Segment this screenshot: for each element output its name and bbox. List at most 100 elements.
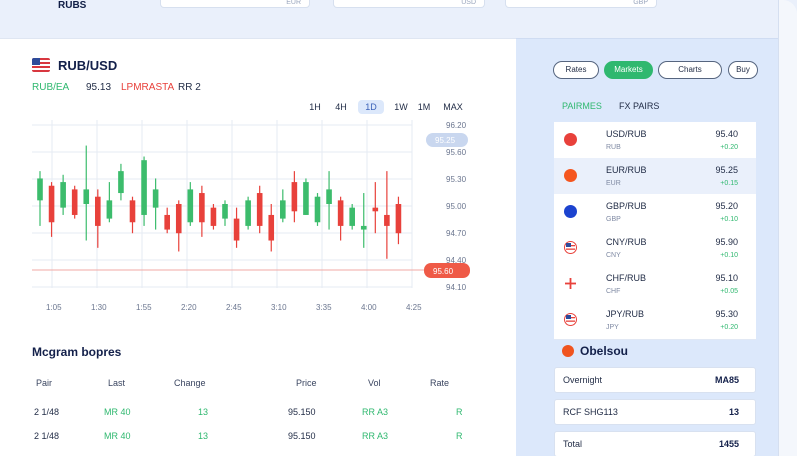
order-row-2-price: 95.150	[288, 431, 316, 441]
quote-bid: RUB/EA	[32, 82, 70, 93]
candle-body[interactable]	[152, 189, 159, 208]
currency-icon	[564, 277, 577, 290]
top-pill-1[interactable]: EUR	[160, 0, 310, 8]
timeframe-4h[interactable]: 4H	[330, 100, 352, 114]
watchlist-item[interactable]: JPY/RUB JPY 95.30 +0.20	[554, 302, 756, 340]
candle-body[interactable]	[384, 214, 390, 226]
summary-value: 13	[728, 407, 739, 417]
watchlist-change: +0.20	[720, 144, 738, 151]
candle-body[interactable]	[291, 182, 298, 212]
candle-body[interactable]	[141, 160, 147, 215]
candle-body[interactable]	[129, 200, 136, 223]
timeframe-1h[interactable]: 1H	[306, 100, 324, 114]
x-axis-label: 4:25	[406, 303, 422, 312]
summary-row[interactable]: Total 1455	[554, 431, 756, 456]
timeframe-1m[interactable]: 1M	[414, 100, 434, 114]
quote-ask: 95.13	[86, 82, 112, 93]
watchlist-name: USD/RUB	[606, 129, 647, 139]
timeframe-max[interactable]: MAX	[440, 100, 466, 114]
brand-logo: RUBS	[58, 0, 87, 11]
summary-value: 1455	[718, 439, 739, 449]
tab-markets[interactable]: Markets	[604, 61, 653, 79]
y-axis-label: 96.20	[446, 121, 467, 130]
candle-body[interactable]	[199, 193, 205, 223]
watchlist-header-alt[interactable]: FX PAIRS	[619, 101, 659, 111]
current-price-label: 95.60	[433, 267, 454, 276]
watchlist-price: 95.25	[715, 165, 738, 175]
candle-body[interactable]	[175, 204, 182, 234]
watchlist-sub: EUR	[606, 180, 621, 187]
watchlist-item[interactable]: GBP/RUB GBP 95.20 +0.10	[554, 194, 756, 232]
candle-body[interactable]	[118, 171, 124, 194]
tab-charts[interactable]: Charts	[658, 61, 722, 79]
candle-body[interactable]	[245, 200, 251, 226]
candle-body[interactable]	[372, 207, 379, 212]
candle-body[interactable]	[256, 193, 263, 226]
top-pill-3[interactable]: GBP	[505, 0, 657, 8]
candle-body[interactable]	[210, 207, 217, 226]
candle-body[interactable]	[48, 185, 55, 223]
summary-row[interactable]: Overnight MA85	[554, 367, 756, 393]
candle-body[interactable]	[71, 189, 78, 215]
candle-body[interactable]	[280, 200, 286, 219]
candle-body[interactable]	[60, 182, 66, 208]
candle-body[interactable]	[95, 196, 101, 226]
order-row-1-price: 95.150	[288, 407, 316, 417]
top-bar: RUBS EUR USD GBP	[0, 0, 797, 38]
window-edge	[778, 0, 797, 456]
timeframe-1w[interactable]: 1W	[392, 100, 410, 114]
watchlist-item[interactable]: CHF/RUB CHF 95.10 +0.05	[554, 266, 756, 304]
y-axis-label: 95.00	[446, 202, 467, 211]
candle-body[interactable]	[268, 214, 275, 241]
candle-body[interactable]	[395, 204, 402, 234]
candle-body[interactable]	[233, 218, 240, 241]
watchlist-sub: RUB	[606, 144, 621, 151]
orders-header-rate: Rate	[430, 378, 450, 388]
candle-body[interactable]	[37, 178, 43, 201]
watchlist-change: +0.15	[720, 180, 738, 187]
x-axis-label: 3:10	[271, 303, 287, 312]
order-row-1-last: MR 40	[104, 407, 131, 417]
candle-body[interactable]	[303, 182, 309, 215]
candle-body[interactable]	[349, 207, 355, 226]
watchlist-price: 95.20	[715, 201, 738, 211]
summary-row[interactable]: RCF SHG113 13	[554, 399, 756, 425]
watchlist-sub: JPY	[606, 324, 619, 331]
last-price-label: 95.25	[435, 136, 456, 145]
orders-title: Mcgram bopres	[32, 345, 122, 359]
candlestick-chart[interactable]: 96.2095.6095.3095.0094.7094.4094.1095.25…	[32, 118, 472, 318]
watchlist-change: +0.10	[720, 216, 738, 223]
watchlist-sub: CNY	[606, 252, 621, 259]
candle-body[interactable]	[106, 200, 113, 219]
watchlist-item[interactable]: CNY/RUB CNY 95.90 +0.10	[554, 230, 756, 268]
watchlist-name: EUR/RUB	[606, 165, 647, 175]
order-row-2-pair: 2 1/48	[34, 431, 60, 441]
currency-icon	[564, 313, 577, 326]
candle-body[interactable]	[326, 189, 332, 204]
orders-header-price: Price	[296, 378, 317, 388]
x-axis-label: 1:05	[46, 303, 62, 312]
order-row-2-vol: RR A3	[362, 431, 389, 441]
candle-body[interactable]	[83, 189, 90, 204]
watchlist-item[interactable]: USD/RUB RUB 95.40 +0.20	[554, 122, 756, 160]
top-pill-2[interactable]: USD	[333, 0, 485, 8]
tab-buy[interactable]: Buy	[728, 61, 758, 79]
orders-header-pair: Pair	[36, 378, 53, 388]
x-axis-label: 3:35	[316, 303, 332, 312]
order-row-2-change: 13	[198, 431, 209, 441]
watchlist-header[interactable]: PAIRMES	[562, 101, 602, 111]
candle-body[interactable]	[314, 196, 321, 223]
quote-volume: RR 2	[178, 82, 201, 93]
timeframe-1d[interactable]: 1D	[358, 100, 384, 114]
watchlist-item[interactable]: EUR/RUB EUR 95.25 +0.15	[554, 158, 756, 196]
tab-rates[interactable]: Rates	[553, 61, 599, 79]
watchlist-name: GBP/RUB	[606, 201, 647, 211]
candle-body[interactable]	[337, 200, 344, 226]
candle-body[interactable]	[164, 214, 170, 230]
order-row-1-vol: RR A3	[362, 407, 389, 417]
candle-body[interactable]	[360, 225, 367, 230]
candle-body[interactable]	[187, 189, 194, 223]
summary-dot-icon	[562, 345, 574, 357]
watchlist-price: 95.30	[715, 309, 738, 319]
candle-body[interactable]	[222, 204, 228, 219]
